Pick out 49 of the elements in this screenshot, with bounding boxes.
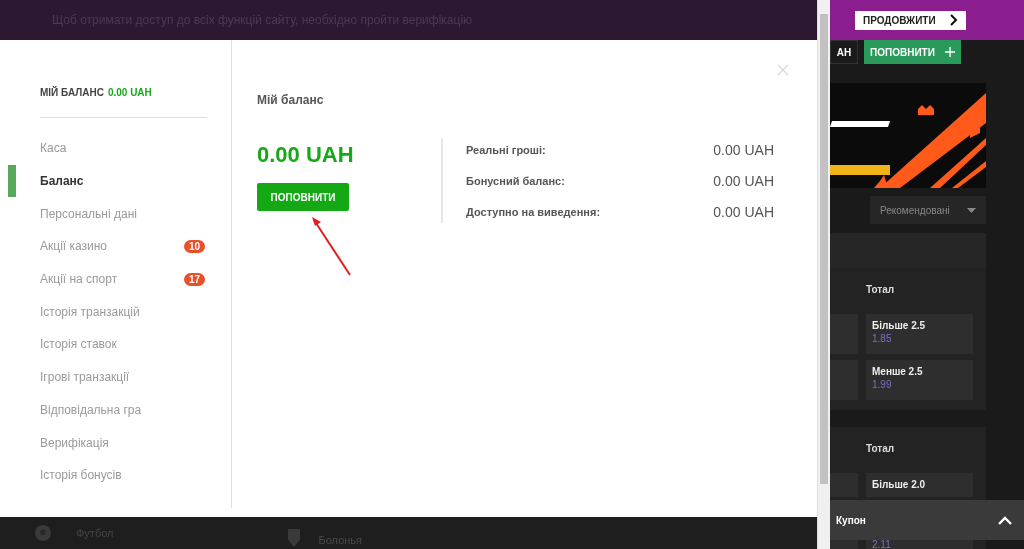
- sort-dropdown[interactable]: Рекомендовані: [870, 196, 986, 224]
- detail-value: 0.00 UAH: [713, 141, 774, 158]
- menu-item[interactable]: Каса: [40, 141, 207, 156]
- odds-button[interactable]: Більше 2.0: [866, 473, 973, 497]
- market-title: Тотал: [866, 443, 896, 456]
- detail-label: Реальні гроші:: [466, 143, 546, 156]
- menu-item[interactable]: Акції на спорт: [40, 272, 184, 287]
- deposit-button[interactable]: ПОПОВНИТИ: [864, 40, 961, 64]
- menu-item[interactable]: Баланс: [40, 174, 207, 189]
- continue-button[interactable]: ПРОДОВЖИТИ: [855, 10, 966, 30]
- odds-cell[interactable]: [830, 360, 858, 400]
- plus-icon: [944, 46, 955, 58]
- balance-label: МІЙ БАЛАНС: [40, 87, 104, 98]
- count-badge: 10: [183, 239, 205, 253]
- odds-button[interactable]: Менше 2.5 1.99: [866, 360, 973, 400]
- detail-label: Бонусний баланс:: [466, 175, 565, 187]
- detail-label: Доступно на виведення:: [466, 206, 601, 219]
- caret-icon: [967, 207, 976, 213]
- menu-item[interactable]: Верифікація: [40, 435, 207, 450]
- odds-button[interactable]: 2.11: [866, 540, 973, 549]
- menu-item[interactable]: Персональні дані: [40, 206, 207, 221]
- balance-amount: 0.00 UAH: [257, 142, 355, 168]
- menu-item[interactable]: Історія бонусів: [40, 468, 207, 483]
- odds-cell[interactable]: [830, 473, 858, 497]
- balance-value: 0.00 UAH: [107, 87, 152, 98]
- deposit-button[interactable]: ПОПОВНИТИ: [257, 183, 349, 211]
- market-title: Тотал: [866, 284, 896, 297]
- menu-item[interactable]: Історія транзакцій: [40, 304, 207, 319]
- scrollbar[interactable]: [817, 0, 830, 549]
- header-button[interactable]: АН: [830, 40, 858, 64]
- ball-icon: [34, 524, 52, 542]
- menu-item[interactable]: Історія ставок: [40, 337, 207, 352]
- menu-item[interactable]: Акції казино: [40, 239, 184, 254]
- detail-value: 0.00 UAH: [713, 204, 774, 221]
- coupon-bar[interactable]: Купон: [830, 500, 1024, 540]
- odds-cell[interactable]: [830, 314, 858, 354]
- count-badge: 17: [183, 272, 205, 286]
- odds-cell[interactable]: [830, 540, 858, 549]
- odds-button[interactable]: Більше 2.5 1.85: [866, 314, 973, 354]
- crest-icon: [286, 528, 301, 548]
- chevron-right-icon: [949, 14, 958, 26]
- close-icon[interactable]: [777, 64, 789, 76]
- section-title: Мій баланс: [257, 93, 325, 107]
- chevron-up-icon: [998, 515, 1012, 525]
- menu-item[interactable]: Відповідальна гра: [40, 402, 207, 417]
- coupon-label: Купон: [836, 514, 866, 526]
- detail-value: 0.00 UAH: [713, 173, 774, 189]
- menu-item[interactable]: Ігрові транзакції: [40, 370, 207, 385]
- pointer-arrow: [309, 215, 353, 277]
